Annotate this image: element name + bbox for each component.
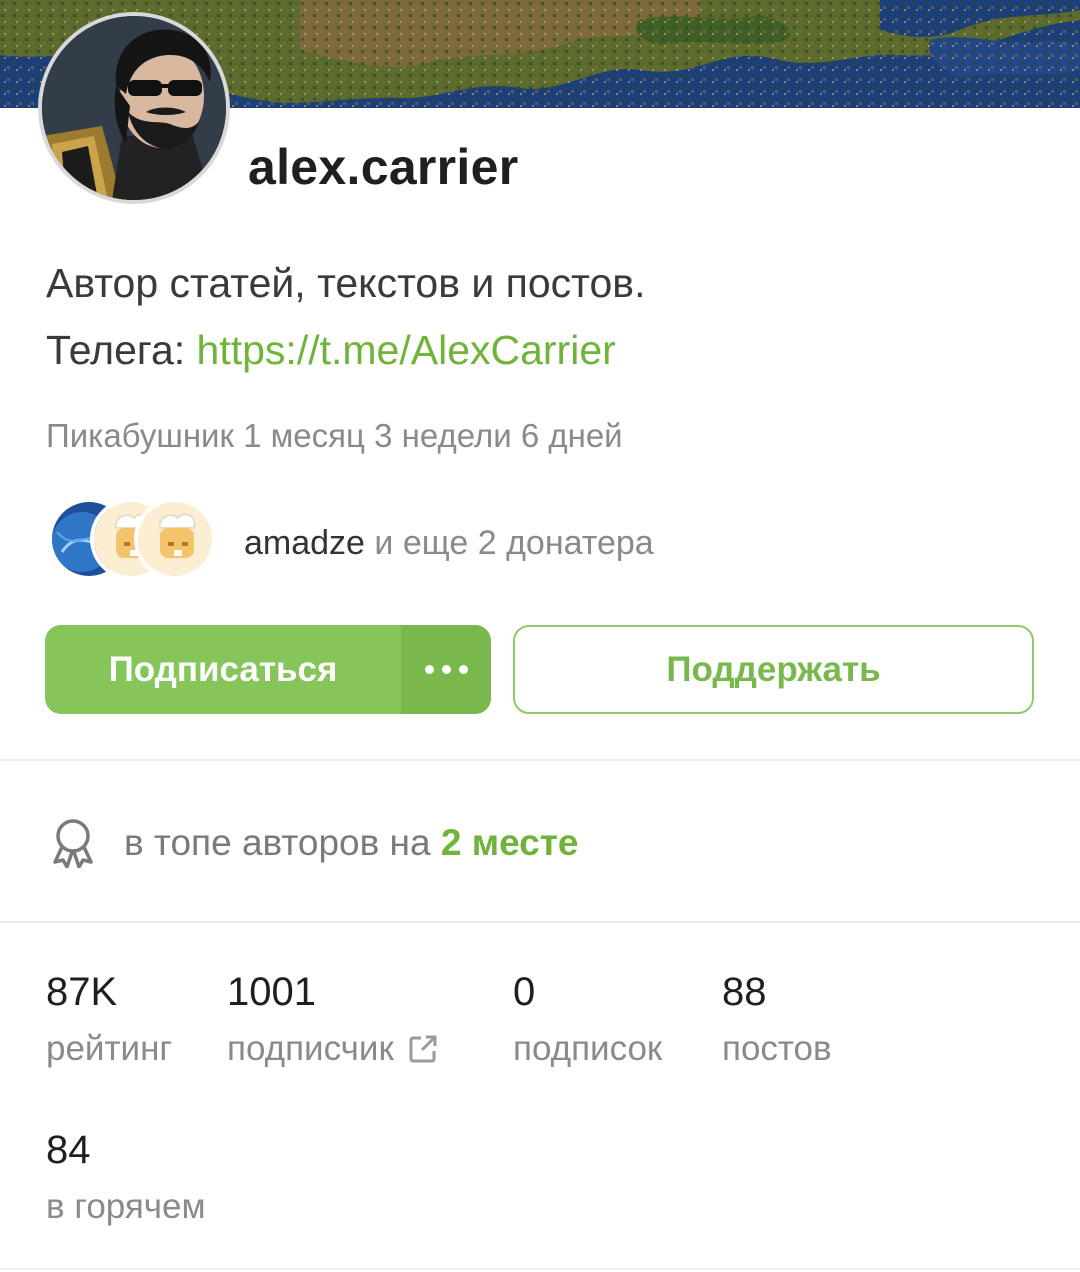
more-dots-icon	[425, 665, 434, 674]
stat-hot[interactable]: 84 в горячем	[46, 1128, 206, 1227]
more-options-button[interactable]	[401, 625, 491, 714]
bio-line: Автор статей, текстов и постов.	[46, 260, 646, 306]
stat-label: в горячем	[46, 1187, 206, 1226]
subscribe-button[interactable]: Подписаться	[45, 625, 401, 714]
section-divider	[0, 921, 1080, 923]
donators-text: amadze и еще 2 донатера	[244, 524, 654, 563]
donator-avatar	[134, 498, 216, 580]
username: alex.carrier	[248, 139, 519, 195]
stat-subscribers[interactable]: 1001 подписчик	[227, 970, 438, 1069]
donator-name[interactable]: amadze	[244, 524, 365, 562]
more-dots-icon	[459, 665, 468, 674]
stat-posts[interactable]: 88 постов	[722, 970, 832, 1069]
ranking-text: в топе авторов на 2 месте	[124, 822, 578, 864]
section-divider	[0, 1268, 1080, 1270]
member-since: Пикабушник 1 месяц 3 недели 6 дней	[46, 417, 623, 454]
stat-subscriptions[interactable]: 0 подписок	[513, 970, 662, 1069]
stat-value: 0	[513, 970, 536, 1014]
user-avatar[interactable]	[38, 12, 230, 204]
stat-label-row: подписчик	[227, 1029, 438, 1069]
donate-button[interactable]: Поддержать	[513, 625, 1034, 714]
stat-value: 88	[722, 970, 767, 1014]
stat-label: рейтинг	[46, 1029, 173, 1068]
external-link-icon[interactable]	[408, 1034, 438, 1064]
profile-bio: Автор статей, текстов и постов. Телега: …	[46, 250, 645, 384]
stat-value: 84	[46, 1128, 91, 1172]
more-dots-icon	[442, 665, 451, 674]
stat-label: подписчик	[227, 1029, 394, 1068]
ranking-prefix: в топе авторов на	[124, 822, 441, 863]
donators-row[interactable]: amadze и еще 2 донатера	[48, 496, 748, 582]
section-divider	[0, 759, 1080, 761]
ranking-place: 2 месте	[440, 822, 579, 863]
stat-rating: 87K рейтинг	[46, 970, 172, 1069]
telegram-link[interactable]: https://t.me/AlexCarrier	[197, 327, 616, 373]
stat-label: постов	[722, 1029, 832, 1068]
bio-line-telegram: Телега: https://t.me/AlexCarrier	[46, 317, 645, 384]
stat-label: подписок	[513, 1029, 663, 1068]
donators-count: и еще 2 донатера	[364, 524, 654, 562]
bio-telegram-prefix: Телега:	[46, 327, 197, 373]
subscribe-button-group: Подписаться	[45, 625, 491, 714]
award-icon	[53, 819, 93, 868]
stat-value: 87K	[46, 970, 118, 1014]
stat-value: 1001	[227, 970, 316, 1014]
